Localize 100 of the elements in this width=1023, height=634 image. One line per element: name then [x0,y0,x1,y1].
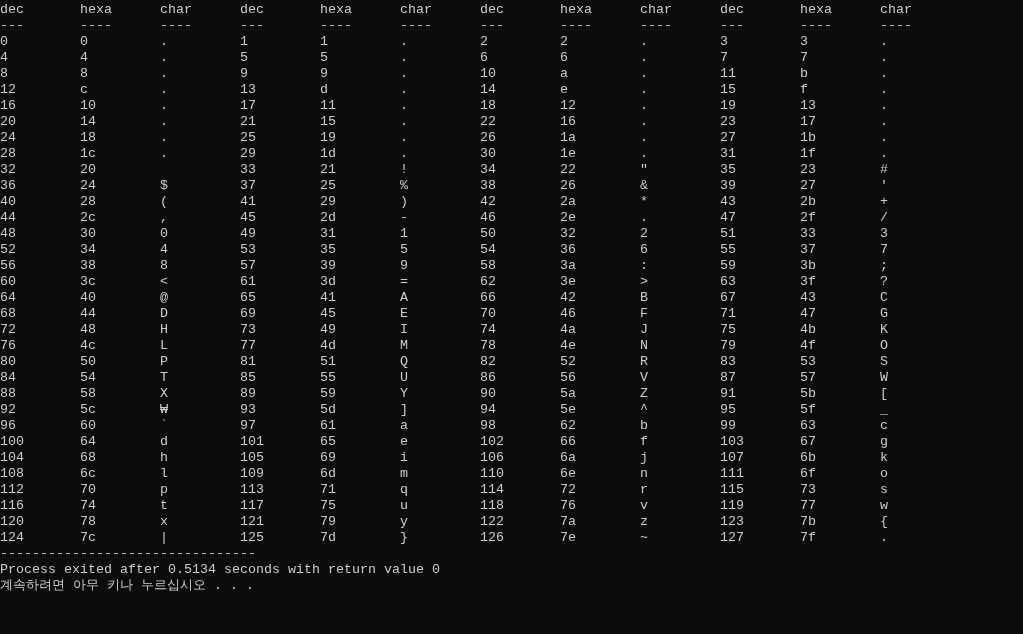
table-cell-text: . [880,114,889,130]
table-cell-text: ( [160,194,169,210]
header-underline: ---- [160,18,193,34]
table-cell-text: 125 [240,530,265,546]
table-cell-text: 14 [80,114,97,130]
table-cell-text: 8 [160,258,169,274]
table-cell-text: 2b [800,194,817,210]
table-cell-text: 7e [560,530,577,546]
table-cell-text: 67 [720,290,737,306]
table-cell-text: 44 [80,306,97,322]
table-cell-text: 2 [480,34,489,50]
table-cell-text: 3 [720,34,729,50]
table-cell-text: 45 [320,306,337,322]
table-cell-text: 92 [0,402,17,418]
table-cell-text: . [880,130,889,146]
table-cell-text: 0 [80,34,89,50]
table-cell-text: 121 [240,514,265,530]
table-cell-text: 23 [720,114,737,130]
table-cell-text: x [160,514,169,530]
table-cell-text: 59 [320,386,337,402]
column-header: char [160,2,193,18]
table-cell-text: 78 [80,514,97,530]
column-header: dec [720,2,745,18]
table-cell-text: - [400,210,409,226]
table-cell-text: : [640,258,649,274]
table-cell-text: 7f [800,530,817,546]
table-cell-text: 1c [80,146,97,162]
table-cell-text: @ [160,290,169,306]
table-cell-text: 97 [240,418,257,434]
table-cell-text: o [880,466,889,482]
table-cell-text: 5f [800,402,817,418]
table-cell-text: 10 [480,66,497,82]
table-cell-text: 5 [240,50,249,66]
table-cell-text: . [400,34,409,50]
table-cell-text: . [640,66,649,82]
table-cell-text: 61 [240,274,257,290]
table-cell-text: 2e [560,210,577,226]
table-cell-text: 84 [0,370,17,386]
table-cell-text: 104 [0,450,25,466]
table-cell-text: / [880,210,889,226]
table-cell-text: 20 [0,114,17,130]
column-header: hexa [560,2,593,18]
table-cell-text: 19 [320,130,337,146]
table-cell-text: 51 [720,226,737,242]
table-cell-text: . [640,210,649,226]
table-cell-text: 98 [480,418,497,434]
header-underline: --- [720,18,745,34]
table-cell-text: c [80,82,89,98]
table-cell-text: 56 [0,258,17,274]
table-cell-text: 7 [720,50,729,66]
table-cell-text: . [880,66,889,82]
table-cell-text: 46 [560,306,577,322]
table-cell-text: 68 [80,450,97,466]
table-cell-text: 39 [720,178,737,194]
table-cell-text: 20 [80,162,97,178]
table-cell-text: 25 [320,178,337,194]
table-cell-text: 6f [800,466,817,482]
table-cell-text: 24 [0,130,17,146]
table-cell-text: 21 [320,162,337,178]
table-cell-text: 96 [0,418,17,434]
table-cell-text: z [640,514,649,530]
header-underline: ---- [640,18,673,34]
table-cell-text: J [640,322,649,338]
table-cell-text: 71 [320,482,337,498]
table-cell-text: g [880,434,889,450]
table-cell-text: 36 [0,178,17,194]
table-cell-text: 0 [0,34,9,50]
table-cell-text: " [640,162,649,178]
table-cell-text: 127 [720,530,745,546]
table-cell-text: 50 [480,226,497,242]
table-cell-text: ^ [640,402,649,418]
table-cell-text: W [880,370,889,386]
table-cell-text: 49 [240,226,257,242]
table-cell-text: . [880,34,889,50]
table-cell-text: 7c [80,530,97,546]
column-header: dec [480,2,505,18]
table-cell-text: = [400,274,409,290]
table-cell-text: 1b [800,130,817,146]
table-cell-text: 45 [240,210,257,226]
table-cell-text: < [160,274,169,290]
table-cell-text: . [880,98,889,114]
table-cell-text: 99 [720,418,737,434]
header-underline: ---- [800,18,833,34]
table-cell-text: 24 [80,178,97,194]
table-cell-text: & [640,178,649,194]
table-cell-text: v [640,498,649,514]
table-cell-text: 72 [560,482,577,498]
table-cell-text: l [160,466,169,482]
table-cell-text: 78 [480,338,497,354]
table-cell-text: i [400,450,409,466]
table-cell-text: 73 [240,322,257,338]
table-cell-text: 108 [0,466,25,482]
table-cell-text: B [640,290,649,306]
table-cell-text: 30 [80,226,97,242]
table-cell-text: 14 [480,82,497,98]
table-cell-text: 19 [720,98,737,114]
table-cell-text: a [400,418,409,434]
table-cell-text: h [160,450,169,466]
table-cell-text: m [400,466,409,482]
table-cell-text: 49 [320,322,337,338]
